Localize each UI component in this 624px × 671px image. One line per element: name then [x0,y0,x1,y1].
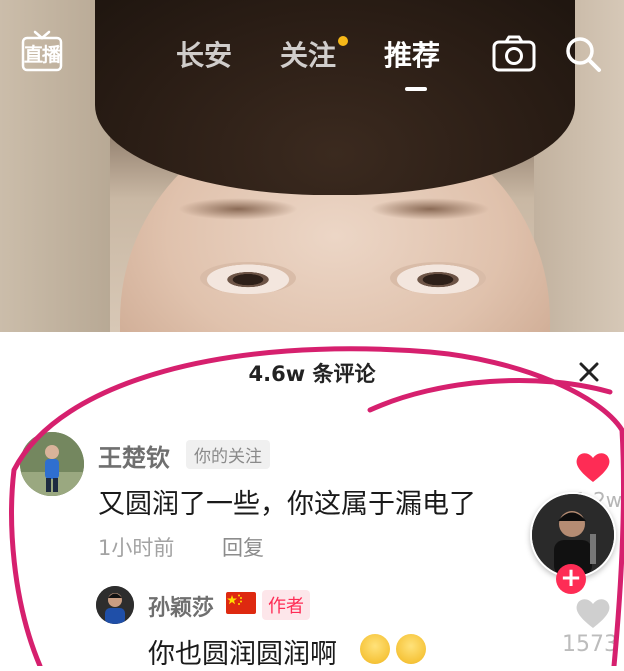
active-tab-indicator [405,87,427,91]
search-icon [566,37,601,72]
comment-text: 又圆润了一些，你这属于漏电了 [98,489,476,520]
close-button[interactable] [575,358,603,386]
heart-icon [576,599,610,628]
comment-count: 4.6w 条评论 [248,362,376,386]
reply-button[interactable]: 回复 [222,532,264,562]
tab-changan[interactable]: 长安 [176,34,232,74]
comment-time: 1小时前 [98,536,175,560]
video-eye [390,262,486,294]
live-label: 直播 [23,44,61,66]
video-eyebrow [370,198,490,220]
avatar[interactable] [20,432,84,496]
avatar-photo [96,586,134,624]
avatar[interactable] [96,586,134,624]
video-eye [200,262,296,294]
laughing-emoji-icon [360,634,390,664]
search-button[interactable] [562,34,606,74]
video-eyebrow [178,198,298,220]
heart-filled-icon [576,453,610,482]
follow-plus-button[interactable]: + [556,564,586,594]
notification-dot [338,36,348,46]
comment-text: 你也圆润圆润啊 [148,639,337,670]
like-count: 1573 [562,632,618,657]
author-badge: 作者 [262,590,310,620]
avatar-photo [20,432,84,496]
like-button[interactable] [574,450,612,484]
china-flag-icon [226,592,256,614]
like-button[interactable] [574,596,612,630]
following-badge: 你的关注 [186,440,270,469]
camera-button[interactable] [492,34,536,74]
live-button[interactable]: 直播 [20,30,64,74]
laughing-emoji-icon [396,634,426,664]
tab-recommend[interactable]: 推荐 [384,34,440,74]
tab-following[interactable]: 关注 [280,34,336,74]
close-icon [579,362,599,382]
camera-icon [492,35,536,72]
comment-username[interactable]: 孙颖莎 [148,590,214,622]
comment-username[interactable]: 王楚钦 [98,438,170,473]
comments-sheet: 4.6w 条评论 王楚钦 你的关注 又圆润了一些，你这属于漏电了 1小时前 回复… [0,332,624,670]
top-navigation-bar: 直播 长安 关注 推荐 [0,0,624,100]
